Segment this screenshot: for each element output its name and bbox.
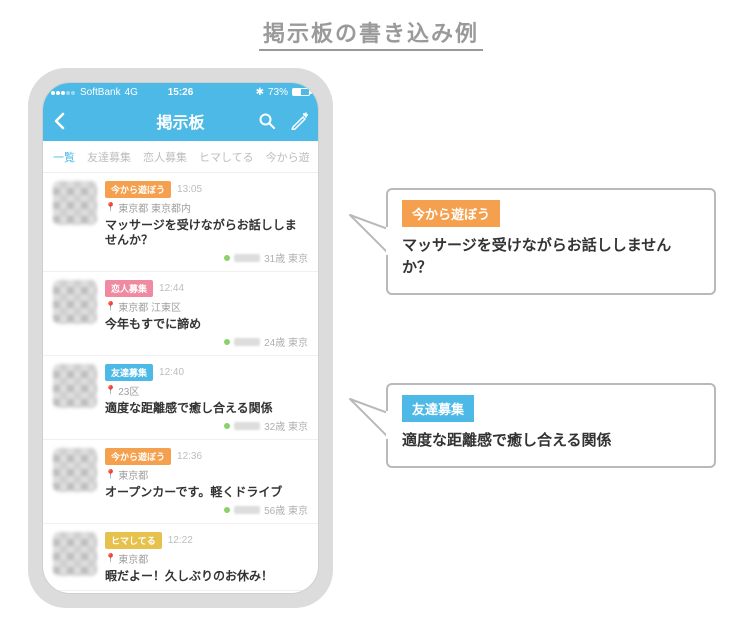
- post-item[interactable]: 恋人募集 12:44 📍東京都 江東区今年もすでに諦め 24歳 東京: [43, 272, 318, 356]
- back-button[interactable]: [53, 112, 67, 130]
- avatar: [53, 532, 97, 576]
- post-age-loc: 56歳 東京: [264, 502, 308, 517]
- post-message: 今年もすでに諦め: [105, 317, 308, 332]
- phone-frame: SoftBank 4G 15:26 ✱ 73% 掲示板: [28, 68, 333, 608]
- category-tabs: 一覧 友達募集 恋人募集 ヒマしてる 今から遊: [43, 141, 318, 173]
- callout-text: マッサージを受けながらお話ししませんか？: [402, 235, 700, 279]
- username-blurred: [234, 254, 260, 262]
- pin-icon: 📍: [105, 553, 116, 564]
- pin-icon: 📍: [105, 469, 116, 480]
- post-age-loc: 32歳 東京: [264, 418, 308, 433]
- callout-tag: 友達募集: [402, 395, 474, 422]
- battery-pct: 73%: [268, 87, 288, 98]
- username-blurred: [234, 506, 260, 514]
- post-age-loc: 24歳 東京: [264, 334, 308, 349]
- battery-icon: [292, 88, 310, 96]
- callout-pointer-icon: [346, 211, 388, 271]
- status-bar: SoftBank 4G 15:26 ✱ 73%: [43, 83, 318, 101]
- online-dot-icon: [224, 339, 230, 345]
- post-time: 12:40: [159, 367, 184, 378]
- post-message: 適度な距離感で癒し合える関係: [105, 401, 308, 416]
- post-time: 12:44: [159, 283, 184, 294]
- post-location: 📍東京都: [105, 467, 308, 482]
- bluetooth-icon: ✱: [256, 87, 264, 98]
- post-location: 📍23区: [105, 383, 308, 398]
- post-item[interactable]: 今から遊ぼう 13:05 📍東京都 東京都内マッサージを受けながらお話ししませんか？…: [43, 173, 318, 272]
- callout-text: 適度な距離感で癒し合える関係: [402, 430, 700, 452]
- category-tag: ヒマしてる: [105, 532, 162, 549]
- online-dot-icon: [224, 255, 230, 261]
- search-button[interactable]: [258, 112, 276, 130]
- username-blurred: [234, 338, 260, 346]
- network-label: 4G: [125, 87, 138, 98]
- callout: 友達募集適度な距離感で癒し合える関係: [386, 383, 716, 468]
- avatar: [53, 364, 97, 408]
- online-dot-icon: [224, 423, 230, 429]
- username-blurred: [234, 422, 260, 430]
- pin-icon: 📍: [105, 385, 116, 396]
- page-title: 掲示板の書き込み例: [259, 21, 483, 51]
- category-tag: 友達募集: [105, 364, 153, 381]
- compose-button[interactable]: [290, 112, 308, 130]
- avatar: [53, 448, 97, 492]
- tab-playnow[interactable]: 今から遊: [266, 149, 310, 165]
- post-item[interactable]: 友達募集 12:40 📍23区適度な距離感で癒し合える関係 32歳 東京: [43, 356, 318, 440]
- post-time: 13:05: [177, 184, 202, 195]
- category-tag: 恋人募集: [105, 280, 153, 297]
- pin-icon: 📍: [105, 202, 116, 213]
- post-message: オープンカーです。軽くドライブ: [105, 485, 308, 500]
- post-time: 12:36: [177, 451, 202, 462]
- phone-screen: SoftBank 4G 15:26 ✱ 73% 掲示板: [42, 82, 319, 594]
- signal-dots-icon: [51, 87, 76, 98]
- post-location: 📍東京都: [105, 551, 308, 566]
- clock-label: 15:26: [168, 87, 194, 98]
- avatar: [53, 280, 97, 324]
- post-age-loc: 31歳 東京: [264, 250, 308, 265]
- post-item[interactable]: ヒマしてる 12:22 📍東京都暇だよー！久しぶりのお休み！: [43, 524, 318, 591]
- callout-pointer-icon: [346, 395, 388, 455]
- carrier-label: SoftBank: [80, 87, 121, 98]
- post-location: 📍東京都 東京都内: [105, 200, 308, 215]
- post-time: 12:22: [168, 535, 193, 546]
- post-message: マッサージを受けながらお話ししませんか？: [105, 218, 308, 248]
- post-location: 📍東京都 江東区: [105, 299, 308, 314]
- pin-icon: 📍: [105, 301, 116, 312]
- avatar: [53, 181, 97, 225]
- category-tag: 今から遊ぼう: [105, 448, 171, 465]
- tab-bored[interactable]: ヒマしてる: [199, 149, 254, 165]
- tab-all[interactable]: 一覧: [53, 149, 75, 165]
- callout: 今から遊ぼうマッサージを受けながらお話ししませんか？: [386, 188, 716, 295]
- online-dot-icon: [224, 507, 230, 513]
- post-message: 暇だよー！久しぶりのお休み！: [105, 569, 308, 584]
- tab-friends[interactable]: 友達募集: [87, 149, 131, 165]
- tab-lovers[interactable]: 恋人募集: [143, 149, 187, 165]
- nav-bar: 掲示板: [43, 101, 318, 141]
- nav-title: 掲示板: [156, 109, 204, 133]
- post-list[interactable]: 今から遊ぼう 13:05 📍東京都 東京都内マッサージを受けながらお話ししませんか？…: [43, 173, 318, 593]
- post-item[interactable]: 今から遊ぼう 12:36 📍東京都オープンカーです。軽くドライブ 56歳 東京: [43, 440, 318, 524]
- category-tag: 今から遊ぼう: [105, 181, 171, 198]
- callout-tag: 今から遊ぼう: [402, 200, 500, 227]
